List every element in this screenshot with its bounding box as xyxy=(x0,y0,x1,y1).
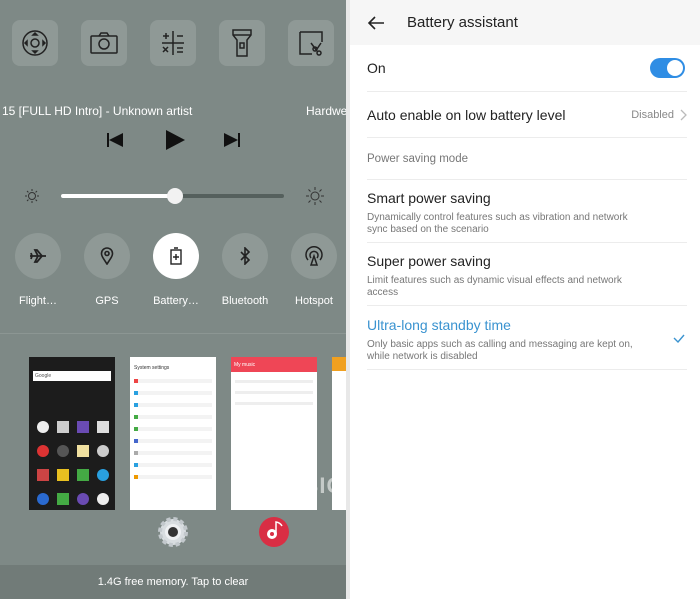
auto-enable-value: Disabled xyxy=(631,108,674,121)
bluetooth-icon xyxy=(240,247,251,265)
recent-app-home[interactable]: Google xyxy=(29,357,115,510)
section-header: Power saving mode xyxy=(367,138,687,180)
play-icon xyxy=(166,130,185,150)
toggle-label: Flight… xyxy=(19,295,57,307)
recent-app-settings[interactable]: System settings xyxy=(130,357,216,510)
toggle-label: Battery… xyxy=(153,295,199,307)
back-button[interactable] xyxy=(367,15,385,30)
flashlight-icon xyxy=(232,29,252,57)
brightness-high-icon xyxy=(305,186,325,211)
toggle-flight-mode[interactable] xyxy=(15,233,61,279)
google-search-bar: Google xyxy=(33,371,111,381)
app-bar: Battery assistant xyxy=(350,0,700,45)
toggle-label: Bluetooth xyxy=(221,295,269,307)
settings-app-icon xyxy=(157,516,189,553)
remote-control-shortcut[interactable] xyxy=(12,20,58,66)
media-title-next: Hardwe xyxy=(306,104,346,118)
on-switch[interactable] xyxy=(650,58,685,78)
auto-enable-row[interactable]: Auto enable on low battery level Disable… xyxy=(367,92,687,138)
mode-description: Only basic apps such as calling and mess… xyxy=(367,339,633,362)
toggle-gps[interactable] xyxy=(84,233,130,279)
toggle-hotspot[interactable] xyxy=(291,233,337,279)
mode-title: Ultra-long standby time xyxy=(367,317,511,333)
on-label: On xyxy=(367,60,386,76)
music-app-icon xyxy=(258,516,290,553)
clear-memory-button[interactable]: 1.4G free memory. Tap to clear xyxy=(0,565,346,599)
page-title: Battery assistant xyxy=(407,14,518,31)
mode-description: Dynamically control features such as vib… xyxy=(367,212,628,235)
brightness-low-icon xyxy=(24,188,40,209)
screenshot-shortcut[interactable] xyxy=(288,20,334,66)
brightness-fill xyxy=(61,194,175,198)
play-button[interactable] xyxy=(164,129,186,156)
flashlight-shortcut[interactable] xyxy=(219,20,265,66)
location-icon xyxy=(100,247,114,265)
mode-title: Super power saving xyxy=(367,253,491,269)
checkmark-icon xyxy=(673,334,685,343)
auto-enable-label: Auto enable on low battery level xyxy=(367,106,566,123)
calculator-shortcut[interactable] xyxy=(150,20,196,66)
mode-smart-power-saving[interactable]: Smart power saving Dynamically control f… xyxy=(367,180,687,243)
toggle-battery-saver[interactable] xyxy=(153,233,199,279)
camera-icon xyxy=(90,32,118,54)
toggle-label: Hotspot xyxy=(295,295,333,307)
camera-shortcut[interactable] xyxy=(81,20,127,66)
section-label: Power saving mode xyxy=(367,152,468,165)
previous-icon xyxy=(107,133,123,147)
next-track-button[interactable] xyxy=(223,131,241,154)
battery-icon xyxy=(170,247,182,265)
hotspot-icon xyxy=(305,246,323,266)
mode-ultra-long-standby[interactable]: Ultra-long standby time Only basic apps … xyxy=(367,306,687,370)
on-row[interactable]: On xyxy=(367,45,687,92)
chevron-right-icon xyxy=(680,109,687,120)
watermark-logo: MOBIGYAAN xyxy=(265,473,346,498)
toggle-bluetooth[interactable] xyxy=(222,233,268,279)
mode-super-power-saving[interactable]: Super power saving Limit features such a… xyxy=(367,243,687,306)
brightness-slider[interactable] xyxy=(61,188,284,204)
media-title: 15 [FULL HD Intro] - Unknown artist xyxy=(2,104,193,118)
next-icon xyxy=(224,133,240,147)
screenshot-icon xyxy=(299,31,323,56)
thumb-title: System settings xyxy=(134,365,170,371)
battery-assistant-screen: Battery assistant On Auto enable on low … xyxy=(350,0,700,599)
airplane-icon xyxy=(30,249,46,263)
calculator-icon xyxy=(162,31,184,55)
mode-title: Smart power saving xyxy=(367,190,491,206)
brightness-thumb[interactable] xyxy=(166,188,183,204)
divider xyxy=(0,333,346,334)
thumb-title: My music xyxy=(231,357,317,372)
mode-description: Limit features such as dynamic visual ef… xyxy=(367,275,622,298)
memory-text: 1.4G free memory. Tap to clear xyxy=(97,576,249,588)
back-arrow-icon xyxy=(367,15,384,30)
toggle-label: GPS xyxy=(95,295,119,307)
remote-control-icon xyxy=(22,30,48,56)
quick-settings-panel: 15 [FULL HD Intro] - Unknown artist Hard… xyxy=(0,0,346,599)
previous-track-button[interactable] xyxy=(106,131,124,154)
